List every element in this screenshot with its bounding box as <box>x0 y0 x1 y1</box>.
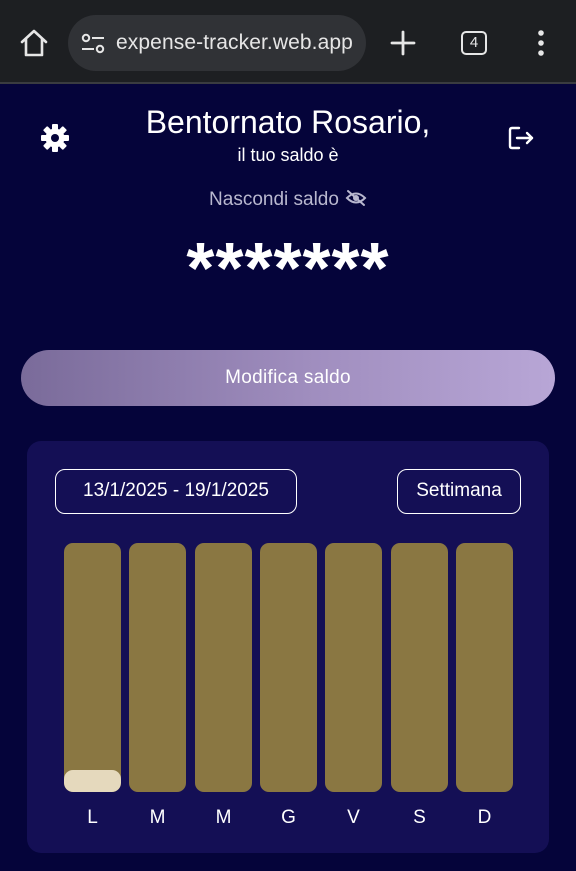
chart-bar-7[interactable] <box>456 543 513 792</box>
url-text: expense-tracker.web.app <box>116 31 353 54</box>
balance-value-hidden: ******* <box>186 229 390 309</box>
home-icon[interactable] <box>18 27 50 59</box>
chart-bar-2[interactable] <box>129 543 186 792</box>
hide-balance-label: Nascondi saldo <box>209 189 339 210</box>
chart-bar-6[interactable] <box>391 543 448 792</box>
chart-day-label-2: M <box>149 807 166 828</box>
edit-balance-button[interactable]: Modifica saldo <box>21 350 555 406</box>
chart-day-label-3: M <box>215 807 232 828</box>
site-settings-icon[interactable] <box>80 32 106 56</box>
more-menu-icon[interactable] <box>530 28 552 58</box>
chart-day-label-4: G <box>281 807 296 828</box>
welcome-heading: Bentornato Rosario, <box>145 104 431 140</box>
new-tab-icon[interactable] <box>388 28 418 58</box>
bar-chart: LMMGVSD <box>27 441 549 853</box>
chart-bar-1[interactable] <box>64 543 121 792</box>
chart-bar-fill-1 <box>64 770 121 792</box>
chart-day-label-5: V <box>347 807 360 828</box>
chart-bar-5[interactable] <box>325 543 382 792</box>
tab-switcher-button[interactable]: 4 <box>461 31 487 55</box>
chart-day-label-1: L <box>87 807 98 828</box>
chart-bar-4[interactable] <box>260 543 317 792</box>
browser-toolbar: expense-tracker.web.app 4 <box>0 0 576 84</box>
eye-off-icon <box>345 190 367 206</box>
logout-icon[interactable] <box>507 124 535 152</box>
chart-bar-3[interactable] <box>195 543 252 792</box>
balance-subtitle: il tuo saldo è <box>237 145 339 165</box>
chart-day-label-6: S <box>413 807 426 828</box>
weekly-chart-card: 13/1/2025 - 19/1/2025 Settimana LMMGVSD <box>27 441 549 853</box>
hide-balance-toggle[interactable]: Nascondi saldo <box>0 189 576 211</box>
address-bar[interactable]: expense-tracker.web.app <box>68 15 366 71</box>
chart-day-label-7: D <box>477 807 492 828</box>
